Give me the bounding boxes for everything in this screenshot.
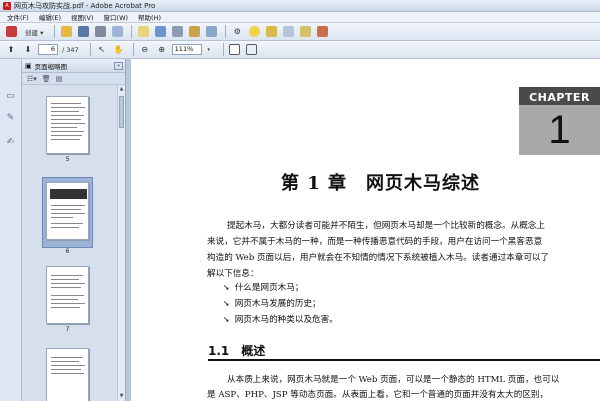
section-line: 从本质上来说，网页木马就是一个 Web 页面，可以是一个静态的 HTML 页面，… [227, 375, 560, 385]
bullet-item: ➘ 网页木马发展的历史； [223, 298, 321, 310]
attach-icon[interactable] [298, 25, 312, 39]
paragraph-line: 来说，它并不属于木马的一种，而是一种传播恶意代码的手段，用户在访问一个黑客恶意 [207, 237, 543, 247]
page-thumbnail[interactable] [46, 266, 89, 324]
create-pdf-icon[interactable] [4, 25, 18, 39]
bullet-item: ➘ 什么是网页木马； [223, 282, 304, 294]
toolbar-separator [54, 25, 56, 38]
panel-options: ☷▾ 🗑 ▤ [22, 73, 125, 85]
chapter-title: 第 1 章 网页木马综述 [281, 173, 481, 194]
toolbar-separator [225, 25, 227, 38]
toolbar-separator [131, 25, 133, 38]
arrow-bullet-icon: ➘ [223, 314, 230, 324]
menu-window[interactable]: 窗口(W) [99, 12, 134, 22]
bullet-item: ➘ 网页木马的种类以及危害。 [223, 314, 338, 326]
delete-page-icon[interactable]: 🗑 [42, 75, 51, 83]
sign-icon[interactable] [187, 25, 201, 39]
collaborate-icon[interactable] [153, 25, 167, 39]
page-thumbnail[interactable] [46, 348, 89, 401]
zoom-level-input[interactable]: 111% [171, 44, 202, 55]
panel-title: 页面缩略图 [34, 62, 68, 71]
thumbnail-label: 7 [65, 326, 70, 333]
section-rule [208, 359, 600, 361]
scroll-down-icon[interactable]: ▼ [118, 393, 125, 401]
toolbar-separator [132, 43, 134, 56]
print-icon[interactable] [93, 25, 107, 39]
toolbar-separator [89, 43, 91, 56]
email-icon[interactable] [110, 25, 124, 39]
collapse-panel-icon[interactable]: « [114, 61, 123, 70]
scroll-up-icon[interactable]: ▲ [118, 86, 125, 94]
markup-icon[interactable] [315, 25, 329, 39]
navigation-rail: ▭ ✎ ✍ [0, 59, 22, 401]
previous-page-icon[interactable]: ⬆ [4, 43, 18, 57]
zoom-dropdown-icon[interactable]: ▾ [202, 43, 216, 57]
chapter-number: 1 [519, 105, 600, 155]
menu-view[interactable]: 视图(V) [66, 12, 99, 22]
paragraph-line: 构造的 Web 页面以后，用户就会在不知情的情况下系统被植入木马。读者通过本章可… [207, 253, 550, 263]
chapter-word: CHAPTER [529, 91, 590, 104]
signatures-icon[interactable]: ✍ [4, 135, 17, 148]
attachments-paperclip-icon[interactable]: ✎ [4, 111, 17, 124]
forms-icon[interactable] [204, 25, 218, 39]
hand-tool-icon[interactable]: ✋ [112, 43, 126, 57]
menu-bar: 文件(F) 编辑(E) 视图(V) 窗口(W) 帮助(H) [0, 12, 600, 23]
zoom-out-icon[interactable]: ⊖ [138, 43, 152, 57]
panel-header: ▣ 页面缩略图 « [22, 59, 125, 73]
navigation-toolbar: ⬆ ⬇ 6 / 347 ↖ ✋ ⊖ ⊕ 111% ▾ [0, 41, 600, 59]
thumbnail-label: 6 [65, 248, 70, 255]
options-menu-icon[interactable]: ☷▾ [27, 75, 37, 83]
paragraph-line: 提起木马，大都分读者可能并不陌生，但网页木马却是一个比较新的概念。从概念上 [227, 221, 545, 231]
main-toolbar: 创建 ▾ ⚙ [0, 23, 600, 41]
menu-help[interactable]: 帮助(H) [133, 12, 166, 22]
thumbnail-list: 5 6 7 [22, 86, 117, 401]
arrow-bullet-icon: ➘ [223, 298, 230, 308]
chapter-badge: CHAPTER 1 [519, 87, 600, 155]
section-line: 是 ASP、PHP、JSP 等动态页面。从表面上看，它和一个普通的页面并没有太大… [207, 390, 549, 400]
document-view: CHAPTER 1 第 1 章 网页木马综述 提起木马，大都分读者可能并不陌生，… [131, 59, 600, 401]
total-pages: / 347 [62, 45, 79, 54]
acrobat-app-icon: A [3, 1, 11, 10]
comment-icon[interactable] [247, 25, 261, 39]
save-icon[interactable] [76, 25, 90, 39]
create-button[interactable]: 创建 ▾ [21, 25, 47, 39]
page-thumbnail-selected[interactable] [46, 182, 89, 240]
stamp-icon[interactable] [281, 25, 295, 39]
page-number-input[interactable]: 6 [38, 44, 58, 55]
select-tool-icon[interactable]: ↖ [95, 43, 109, 57]
page-properties-icon[interactable]: ▤ [56, 75, 63, 83]
window-title: 网页木马攻防实战.pdf - Adobe Acrobat Pro [14, 1, 156, 10]
toolbar-separator [222, 43, 224, 56]
menu-edit[interactable]: 编辑(E) [34, 12, 66, 22]
section-title: 1.1 概述 [208, 344, 266, 358]
next-page-icon[interactable]: ⬇ [21, 43, 35, 57]
open-folder-icon[interactable] [59, 25, 73, 39]
thumbnails-panel: ▣ 页面缩略图 « ☷▾ 🗑 ▤ 5 6 7 ▲ ▼ [22, 59, 126, 401]
thumbnail-label: 5 [65, 156, 70, 163]
scrollbar-thumb[interactable] [119, 96, 124, 128]
secure-icon[interactable] [170, 25, 184, 39]
thumbnails-icon: ▣ [25, 61, 32, 70]
combine-icon[interactable] [136, 25, 150, 39]
arrow-bullet-icon: ➘ [223, 282, 230, 292]
fit-page-icon[interactable] [228, 43, 242, 57]
page-thumbnail[interactable] [46, 96, 89, 154]
page-thumbnails-icon[interactable]: ▭ [4, 89, 17, 102]
title-bar: A 网页木马攻防实战.pdf - Adobe Acrobat Pro [0, 0, 600, 12]
zoom-in-icon[interactable]: ⊕ [155, 43, 169, 57]
fit-width-icon[interactable] [245, 43, 259, 57]
review-icon[interactable] [264, 25, 278, 39]
settings-gear-icon[interactable]: ⚙ [230, 25, 244, 39]
thumbnail-scrollbar[interactable]: ▲ ▼ [117, 86, 125, 401]
menu-file[interactable]: 文件(F) [2, 12, 34, 22]
